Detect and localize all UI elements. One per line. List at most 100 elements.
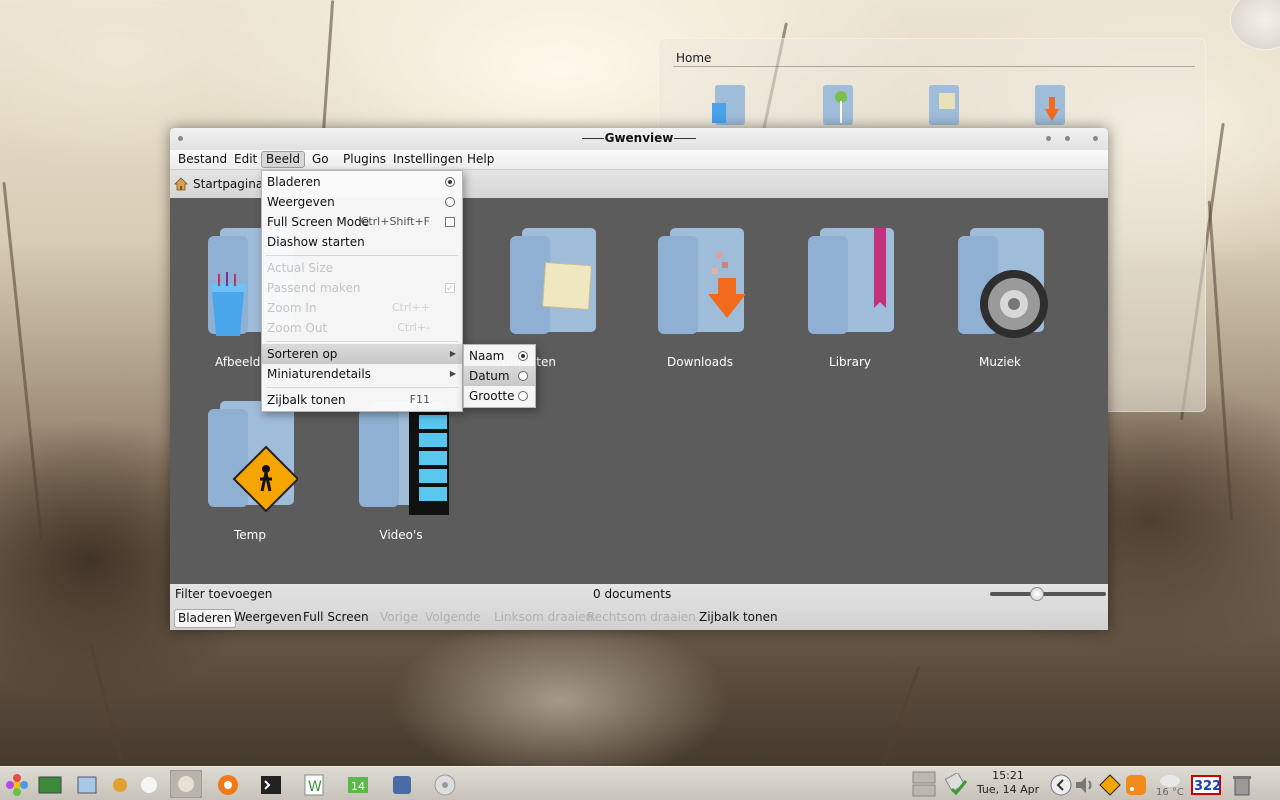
menu-item-label: Grootte <box>469 389 515 403</box>
sort-by-naam[interactable]: Naam <box>464 346 535 366</box>
rss-feed-icon[interactable] <box>1124 773 1148 797</box>
status-bar: Filter toevoegen 0 documents <box>170 584 1108 606</box>
folder-pictures-icon[interactable] <box>709 83 749 127</box>
menu-help[interactable]: Help <box>463 152 498 169</box>
sort-submenu: Naam Datum Grootte <box>463 344 536 408</box>
trash-icon[interactable] <box>1230 773 1254 797</box>
game-icon[interactable] <box>390 773 414 797</box>
slider-handle[interactable] <box>1030 587 1044 601</box>
clock-time: 15:21 <box>992 769 1024 782</box>
menu-item-zoom-out[interactable]: Zoom Out Ctrl+- <box>262 318 462 338</box>
clock[interactable]: 15:21 Tue, 14 Apr <box>976 769 1040 797</box>
folder-documents-icon[interactable] <box>923 83 963 127</box>
activity-icon[interactable] <box>137 773 161 797</box>
pager-icon[interactable] <box>912 771 936 797</box>
menu-item-label: Bladeren <box>267 175 321 189</box>
bottom-toolbar: Bladeren Weergeven Full Screen Vorige Vo… <box>170 606 1108 630</box>
temperature-label: 16 °C <box>1156 787 1184 798</box>
music-folder-icon <box>958 228 1048 338</box>
mail-badge-count: 322 <box>1194 779 1221 794</box>
tray-expand-icon[interactable] <box>1049 773 1073 797</box>
previous-button[interactable]: Vorige <box>377 609 421 628</box>
radio-selected-icon <box>445 177 455 187</box>
calendar-icon[interactable]: 14 <box>346 773 370 797</box>
folder-library[interactable]: Library <box>790 212 910 372</box>
shortcut-label: Ctrl++ <box>391 301 430 314</box>
toggle-sidebar-button[interactable]: Zijbalk tonen <box>696 609 781 628</box>
rotate-left-button[interactable]: Linksom draaien <box>491 609 596 628</box>
menu-go[interactable]: Go <box>308 152 333 169</box>
maximize-button[interactable] <box>1065 136 1070 141</box>
videos-folder-icon <box>359 401 449 515</box>
menu-edit[interactable]: Edit <box>230 152 261 169</box>
menu-item-label: Miniaturendetails <box>267 367 371 381</box>
downloads-folder-icon <box>658 228 746 334</box>
warning-icon[interactable] <box>1098 773 1122 797</box>
taskbar: W 14 15:21 Tue, 14 Apr 16 °C 322 <box>0 766 1280 800</box>
gwenview-task-icon[interactable] <box>170 770 202 798</box>
submenu-arrow-icon: ▶ <box>449 349 456 358</box>
folder-muziek[interactable]: Muziek <box>940 212 1060 372</box>
word-processor-icon[interactable]: W <box>302 773 326 797</box>
rotate-right-button[interactable]: Rechtsom draaien <box>584 609 699 628</box>
file-manager-icon[interactable] <box>75 773 99 797</box>
folder-downloads-icon[interactable] <box>1029 83 1069 127</box>
folder-label: Library <box>829 355 871 369</box>
terminal-icon[interactable] <box>259 773 283 797</box>
filter-add-link[interactable]: Filter toevoegen <box>175 587 272 601</box>
next-button[interactable]: Volgende <box>422 609 484 628</box>
menu-item-weergeven[interactable]: Weergeven <box>262 192 462 212</box>
menu-item-full-screen[interactable]: Full Screen Mode Ctrl+Shift+F <box>262 212 462 232</box>
help-icon[interactable] <box>216 773 240 797</box>
documents-folder-icon <box>510 228 596 334</box>
folder-downloads[interactable]: Downloads <box>640 212 760 372</box>
menu-instellingen[interactable]: Instellingen <box>389 152 467 169</box>
clock-date: Tue, 14 Apr <box>976 783 1040 796</box>
submenu-arrow-icon: ▶ <box>449 369 456 378</box>
menu-beeld[interactable]: Beeld <box>261 151 305 168</box>
menu-item-sorteren-op[interactable]: Sorteren op ▶ <box>262 344 462 364</box>
menu-plugins[interactable]: Plugins <box>339 152 390 169</box>
menu-item-label: Zijbalk tonen <box>267 393 346 407</box>
radio-selected-icon <box>518 351 528 361</box>
menu-item-actual-size[interactable]: Actual Size <box>262 258 462 278</box>
svg-text:14: 14 <box>351 780 365 793</box>
folder-label: Video's <box>379 528 423 542</box>
menu-item-passend-maken[interactable]: Passend maken <box>262 278 462 299</box>
menu-item-label: Naam <box>469 349 505 363</box>
menu-bestand[interactable]: Bestand <box>174 152 231 169</box>
menu-item-label: Datum <box>469 369 510 383</box>
desktop-preview-icon[interactable] <box>38 773 62 797</box>
home-icon[interactable] <box>174 177 188 191</box>
bladeren-button[interactable]: Bladeren <box>174 609 236 628</box>
thumbnail-size-slider[interactable] <box>990 592 1106 596</box>
folder-label: Temp <box>234 528 266 542</box>
title-bar[interactable]: Gwenview <box>170 128 1108 150</box>
close-button[interactable] <box>1093 136 1098 141</box>
breadcrumb-startpagina[interactable]: Startpagina <box>193 177 263 191</box>
menu-item-miniaturendetails[interactable]: Miniaturendetails ▶ <box>262 364 462 384</box>
application-launcher-icon[interactable] <box>5 773 29 797</box>
menu-item-bladeren[interactable]: Bladeren <box>262 172 462 192</box>
sort-by-grootte[interactable]: Grootte <box>464 386 535 406</box>
menu-item-zoom-in[interactable]: Zoom In Ctrl++ <box>262 298 462 318</box>
radio-icon <box>518 391 528 401</box>
menu-item-zijbalk-tonen[interactable]: Zijbalk tonen F11 <box>262 390 462 410</box>
folder-library-icon[interactable] <box>817 83 857 127</box>
full-screen-button[interactable]: Full Screen <box>300 609 372 628</box>
updates-check-icon[interactable] <box>944 773 968 797</box>
media-player-icon[interactable] <box>433 773 457 797</box>
sort-by-datum[interactable]: Datum <box>464 366 535 386</box>
volume-icon[interactable] <box>1073 773 1097 797</box>
radio-icon <box>518 371 528 381</box>
weergeven-button[interactable]: Weergeven <box>231 609 305 628</box>
menu-item-label: Zoom In <box>267 301 317 315</box>
browser-icon[interactable] <box>108 773 132 797</box>
shortcut-label: Ctrl+Shift+F <box>360 215 430 228</box>
shortcut-label: Ctrl+- <box>397 321 430 334</box>
mail-badge-icon[interactable]: 322 <box>1191 773 1221 797</box>
checkbox-icon <box>445 217 455 227</box>
home-widget-title: Home <box>676 51 712 65</box>
menu-item-diashow[interactable]: Diashow starten <box>262 232 462 252</box>
minimize-button[interactable] <box>1046 136 1051 141</box>
